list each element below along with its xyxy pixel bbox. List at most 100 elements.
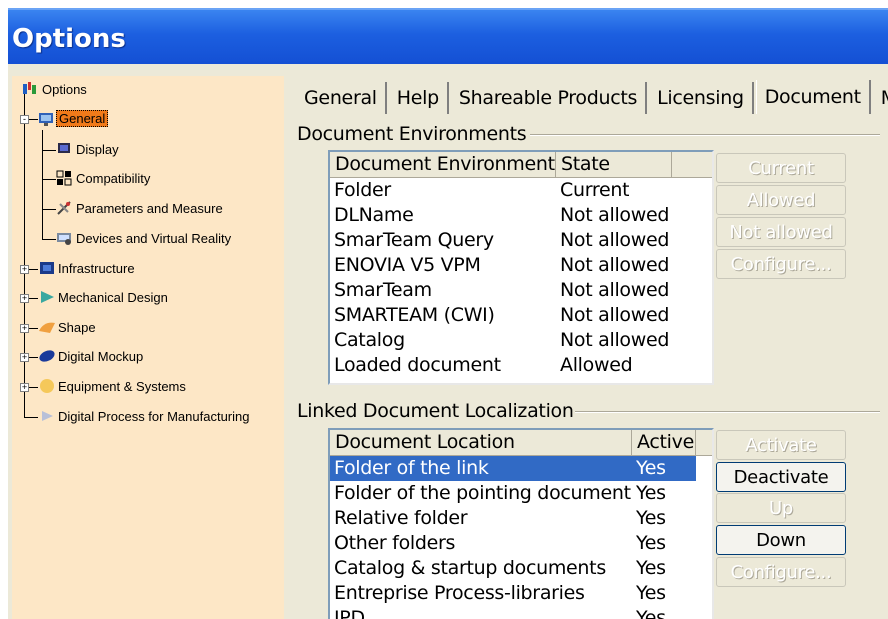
tree-item-label: Digital Process for Manufacturing [58,408,250,424]
linked-col-active[interactable]: Active [632,430,696,456]
tree-item-digital-mockup[interactable]: Digital Mockup [38,348,145,364]
equipment-expander[interactable]: + [20,383,29,392]
tree-item-manufacturing[interactable]: Digital Process for Manufacturing [38,408,251,424]
tree-item-mechanical-design[interactable]: Mechanical Design [38,289,170,305]
tab-general[interactable]: General [296,82,387,114]
tree-item-devices[interactable]: Devices and Virtual Reality [56,230,233,246]
table-row[interactable]: SmarTeam Not allowed [330,278,712,303]
tab-licensing[interactable]: Licensing [649,82,754,114]
manufacturing-icon [38,408,54,424]
table-row[interactable]: SMARTEAM (CWI) Not allowed [330,303,712,328]
linked-location-list[interactable]: Document Location Active Folder of the l… [328,428,714,619]
tree-item-compatibility[interactable]: Compatibility [56,170,152,186]
cell-location: Relative folder [334,507,468,529]
table-row[interactable]: Catalog Not allowed [330,328,712,353]
table-row[interactable]: Folder Current [330,178,712,203]
compatibility-icon [56,170,72,186]
table-row[interactable]: Folder of the pointing document Yes [330,481,712,506]
allowed-button[interactable]: Allowed [716,185,846,215]
tree-item-label: Display [76,141,119,157]
doc-env-group-label: Document Environments [297,123,527,145]
tree-item-parameters[interactable]: Parameters and Measure [56,200,225,216]
not-allowed-button[interactable]: Not allowed [716,217,846,247]
up-button[interactable]: Up [716,493,846,523]
cell-location: Folder of the pointing document [334,482,631,504]
deactivate-button[interactable]: Deactivate [716,462,846,492]
shape-icon [38,319,55,335]
cell-state: Not allowed [560,204,670,226]
tab-strip: General Help Shareable Products Licensin… [296,80,888,114]
cell-environment: SmarTeam Query [334,229,494,251]
doc-env-col-environment[interactable]: Document Environment [330,152,556,178]
cell-environment: Catalog [334,329,405,351]
tab-shareable-products[interactable]: Shareable Products [451,82,648,114]
general-icon [38,111,54,127]
cell-state: Not allowed [560,229,670,251]
tree-item-label: Digital Mockup [58,348,144,364]
linked-col-filler [696,430,712,456]
tree-item-equipment[interactable]: Equipment & Systems [38,378,188,394]
tree-item-label: Equipment & Systems [58,378,186,394]
tree-item-label: Infrastructure [58,260,135,276]
tab-help[interactable]: Help [389,82,449,114]
cell-active: Yes [636,482,666,504]
infrastructure-expander[interactable]: + [20,265,29,274]
digital-mockup-icon [38,348,55,364]
current-button[interactable]: Current [716,153,846,183]
configure-location-button[interactable]: Configure... [716,557,846,587]
tab-document[interactable]: Document [755,80,871,114]
mechanical-design-icon [38,289,54,305]
table-row-selected[interactable]: Folder of the link Yes [330,456,712,481]
cell-state: Allowed [560,354,633,376]
cell-environment: Loaded document [334,354,501,376]
table-row[interactable]: Catalog & startup documents Yes [330,556,712,581]
cell-state: Not allowed [560,329,670,351]
tree-item-infrastructure[interactable]: Infrastructure [38,260,137,276]
tree-item-label: Compatibility [76,170,151,186]
doc-env-list[interactable]: Document Environment State Folder Current… [328,150,714,385]
parameters-icon [56,200,72,216]
table-row[interactable]: Other folders Yes [330,531,712,556]
tab-overflow[interactable]: M [873,82,888,114]
cell-active: Yes [636,532,666,554]
digital-mockup-expander[interactable]: + [20,353,29,362]
cell-location: Folder of the link [330,456,632,481]
tree-root-label: Options [42,81,87,97]
cell-active: Yes [636,607,666,619]
display-icon [56,141,72,157]
table-row[interactable]: IPD Yes [330,606,712,619]
options-root-icon [22,81,38,97]
doc-env-col-filler [672,152,712,178]
tree-item-label: Shape [58,319,96,335]
cell-location: IPD [334,607,365,619]
doc-env-col-state[interactable]: State [556,152,672,178]
linked-col-location[interactable]: Document Location [330,430,632,456]
configure-env-button[interactable]: Configure... [716,249,846,279]
table-row[interactable]: Loaded document Allowed [330,353,712,378]
cell-active: Yes [632,456,696,481]
cell-state: Not allowed [560,254,670,276]
tree-item-display[interactable]: Display [56,141,121,157]
cell-active: Yes [636,557,666,579]
tree-root-options[interactable]: Options [22,81,89,97]
tree-item-shape[interactable]: Shape [38,319,98,335]
equipment-icon [38,378,54,394]
linked-group-label: Linked Document Localization [297,400,574,422]
table-row[interactable]: SmarTeam Query Not allowed [330,228,712,253]
table-row[interactable]: Entreprise Process-libraries Yes [330,581,712,606]
devices-icon [56,230,72,246]
tree-item-general[interactable]: General [38,110,109,127]
cell-environment: SmarTeam [334,279,432,301]
activate-button[interactable]: Activate [716,430,846,460]
table-row[interactable]: ENOVIA V5 VPM Not allowed [330,253,712,278]
down-button[interactable]: Down [716,525,846,555]
tree-item-label: Mechanical Design [58,289,168,305]
infrastructure-icon [38,260,54,276]
cell-active: Yes [636,507,666,529]
table-row[interactable]: Relative folder Yes [330,506,712,531]
table-row[interactable]: DLName Not allowed [330,203,712,228]
general-expander[interactable]: - [20,115,29,124]
shape-expander[interactable]: + [20,324,29,333]
title-bar[interactable]: Options [8,8,888,64]
mechanical-expander[interactable]: + [20,294,29,303]
